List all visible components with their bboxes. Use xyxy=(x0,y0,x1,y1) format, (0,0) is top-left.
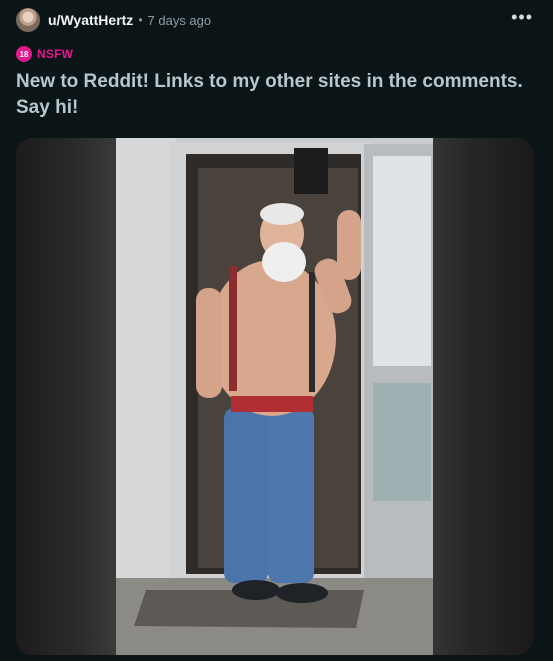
more-options-icon[interactable]: ••• xyxy=(511,8,533,26)
post-image[interactable] xyxy=(116,138,433,655)
author-username[interactable]: u/WyattHertz xyxy=(48,12,133,28)
nsfw-tag: 18 NSFW xyxy=(16,46,73,62)
media-blur-right xyxy=(433,138,533,655)
author-avatar[interactable] xyxy=(16,8,40,32)
post-media[interactable] xyxy=(16,138,533,655)
media-blur-left xyxy=(16,138,116,655)
post-title[interactable]: New to Reddit! Links to my other sites i… xyxy=(16,69,536,121)
nsfw-icon: 18 xyxy=(16,46,32,62)
nsfw-label: NSFW xyxy=(37,47,74,61)
post-header: u/WyattHertz • 7 days ago ••• xyxy=(16,7,537,33)
separator-dot: • xyxy=(138,13,143,27)
post-card[interactable]: u/WyattHertz • 7 days ago ••• 18 NSFW Ne… xyxy=(0,0,553,661)
post-timestamp: 7 days ago xyxy=(147,12,212,28)
